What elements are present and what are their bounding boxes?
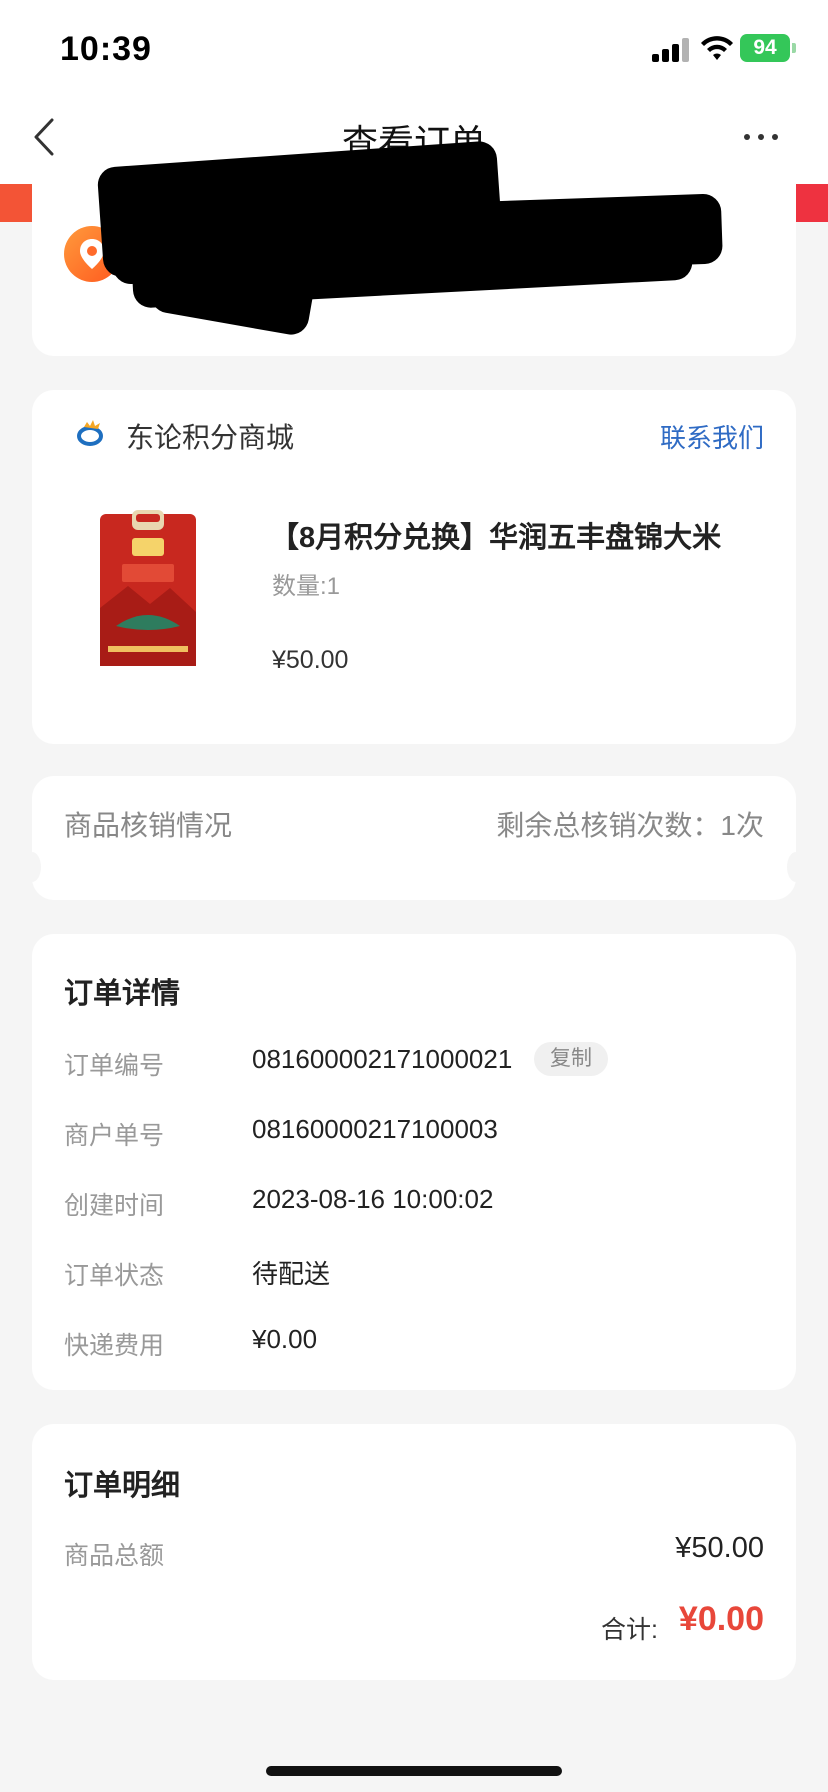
product-thumbnail[interactable] [98,508,198,668]
order-status-value: 待配送 [252,1259,331,1289]
shipping-fee-row: 快递费用 ¥0.00 [64,1322,764,1362]
banner-edge-right [796,184,828,222]
shipping-fee-value: ¥0.00 [252,1324,318,1354]
order-number-label: 订单编号 [64,1052,165,1080]
merchant-order-label: 商户单号 [64,1122,165,1150]
product-title[interactable]: 【8月积分兑换】华润五丰盘锦大米 [270,514,770,556]
banner-edge-left [0,184,32,222]
status-bar: 10:39 94 [0,0,828,90]
merchant-order-value: 08160000217100003 [252,1114,498,1144]
verification-card[interactable]: 商品核销情况 剩余总核销次数：1次 [23,776,805,900]
wifi-icon [701,36,733,60]
total-value: ¥0.00 [678,1600,764,1638]
created-time-value: 2023-08-16 10:00:02 [252,1184,494,1214]
verification-remaining: 剩余总核销次数：1次 [496,810,764,841]
status-time: 10:39 [60,30,152,68]
order-details-heading: 订单详情 [64,978,181,1010]
shop-logo-icon [77,420,103,446]
contact-us-link[interactable]: 联系我们 [660,418,764,455]
goods-total-label: 商品总额 [64,1542,165,1570]
battery-icon: 94 [740,34,796,62]
battery-level: 94 [753,36,777,59]
product-card[interactable]: 东论积分商城 联系我们 【8月积分兑换】华润五丰盘锦大米 数量:1 ¥50.00 [32,390,796,744]
copy-button[interactable]: 复制 [534,1042,608,1076]
created-time-label: 创建时间 [64,1192,165,1220]
verification-label: 商品核销情况 [64,810,233,841]
address-card[interactable] [32,140,796,356]
order-status-row: 订单状态 待配送 [64,1252,764,1292]
order-number-row: 订单编号 081600002171000021 复制 [64,1042,764,1082]
product-quantity: 数量:1 [272,573,341,600]
shop-name[interactable]: 东论积分商城 [126,416,294,456]
order-summary-heading: 订单明细 [64,1470,181,1502]
total-label: 合计: [601,1616,658,1644]
shipping-fee-label: 快递费用 [64,1332,165,1360]
cellular-signal-icon [652,38,690,62]
order-summary-card: 订单明细 商品总额 ¥50.00 合计: ¥0.00 [32,1424,796,1680]
home-indicator[interactable] [266,1766,562,1776]
product-price: ¥50.00 [272,646,349,674]
created-time-row: 创建时间 2023-08-16 10:00:02 [64,1182,764,1222]
order-status-label: 订单状态 [64,1262,165,1290]
order-details-card: 订单详情 订单编号 081600002171000021 复制 商户单号 081… [32,934,796,1390]
more-options-icon[interactable] [744,134,778,142]
merchant-order-row: 商户单号 08160000217100003 [64,1112,764,1152]
order-number-value: 081600002171000021 [252,1044,513,1074]
goods-total-value: ¥50.00 [675,1532,764,1564]
